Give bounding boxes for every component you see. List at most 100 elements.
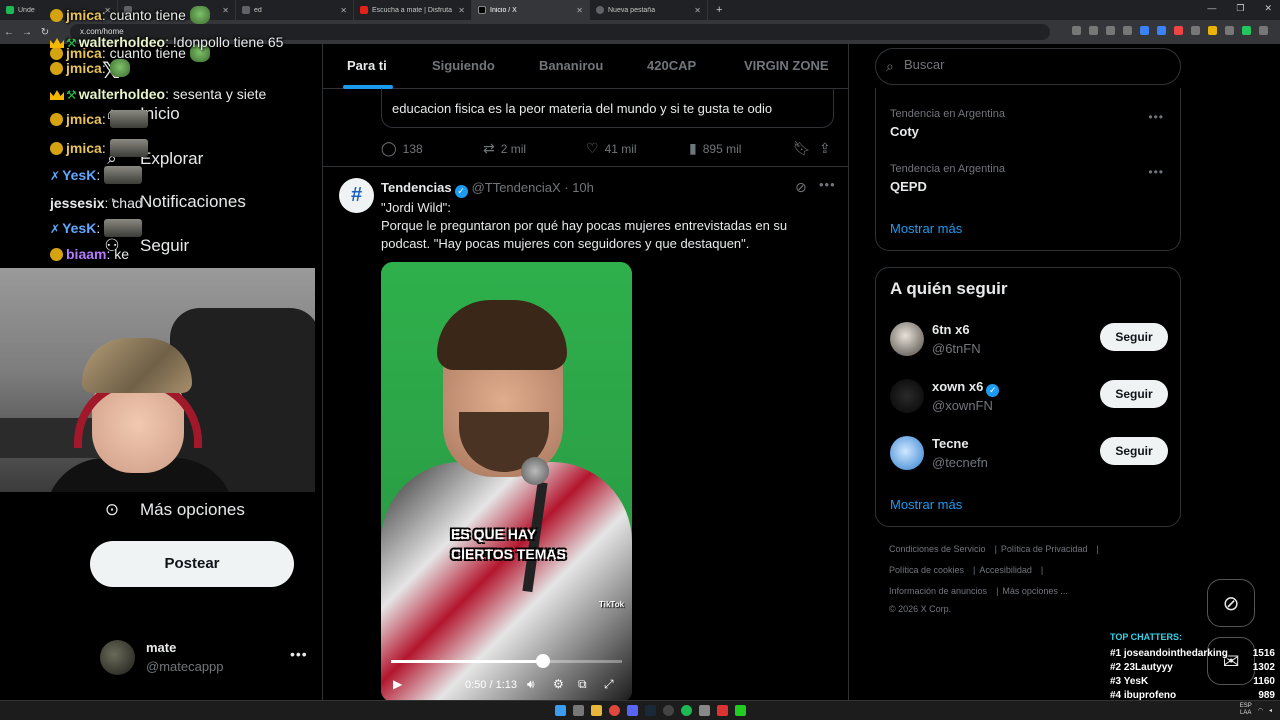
profile-icon[interactable] xyxy=(1242,26,1251,35)
extension-icon[interactable] xyxy=(1174,26,1183,35)
extension-icon[interactable] xyxy=(1157,26,1166,35)
pip-icon[interactable]: ⧉ xyxy=(578,677,587,692)
tab-bananirou[interactable]: Bananirou xyxy=(539,58,603,73)
search-box[interactable]: ⌕ xyxy=(875,48,1181,85)
fullscreen-icon[interactable]: ⤢ xyxy=(604,677,614,692)
search-input[interactable] xyxy=(904,57,1164,72)
terms-link[interactable]: Condiciones de Servicio xyxy=(889,544,986,554)
cast-icon[interactable] xyxy=(1089,26,1098,35)
close-icon[interactable]: ✕ xyxy=(576,6,583,15)
trend-item[interactable]: Tendencia en Argentina QEPD ••• xyxy=(890,163,1170,203)
avatar xyxy=(890,379,924,413)
show-more-follow-link[interactable]: Mostrar más xyxy=(890,497,962,512)
steam-icon[interactable] xyxy=(645,705,656,716)
grok-icon[interactable]: ⊘ xyxy=(795,179,807,196)
bookmark-button[interactable]: 🔖︎ xyxy=(793,140,811,157)
star-icon[interactable] xyxy=(1123,26,1132,35)
file-explorer-icon[interactable] xyxy=(591,705,602,716)
tab-420cap[interactable]: 420CAP xyxy=(647,58,696,73)
account-switcher[interactable]: mate @matecappp ••• xyxy=(100,636,310,680)
extension-icon[interactable] xyxy=(1140,26,1149,35)
minimize-icon[interactable]: — xyxy=(1207,3,1216,14)
back-icon[interactable]: ← xyxy=(0,27,18,38)
extension-icon[interactable] xyxy=(1191,26,1200,35)
follow-button[interactable]: Seguir xyxy=(1100,437,1168,465)
task-view-icon[interactable] xyxy=(573,705,584,716)
close-icon[interactable]: ✕ xyxy=(340,6,347,15)
close-icon[interactable]: ✕ xyxy=(694,6,701,15)
new-tab-button[interactable]: + xyxy=(708,4,730,16)
quoted-post-text: educacion fisica es la peor materia del … xyxy=(392,101,773,116)
trend-item[interactable]: Tendencia en Argentina Coty ••• xyxy=(890,108,1170,148)
share-button[interactable]: ⇪ xyxy=(819,140,831,157)
chat-line: jmica: xyxy=(50,110,148,128)
nav-item-more[interactable]: ⊙ Más opciones xyxy=(102,500,245,520)
browser-tab-6[interactable]: Nueva pestaña ✕ xyxy=(590,0,708,20)
zoom-icon[interactable] xyxy=(1072,26,1081,35)
tab-siguiendo[interactable]: Siguiendo xyxy=(432,58,495,73)
video-player[interactable]: ES QUE HAY CIERTOS TEMAS TikTok ▶ 0:50 /… xyxy=(381,262,632,700)
wifi-icon[interactable]: ◠ xyxy=(1258,707,1263,714)
maximize-icon[interactable]: ❐ xyxy=(1236,3,1244,14)
windows-start-icon[interactable] xyxy=(555,705,566,716)
app-icon[interactable] xyxy=(717,705,728,716)
accessibility-link[interactable]: Accesibilidad xyxy=(979,565,1032,575)
close-icon[interactable]: ✕ xyxy=(458,6,465,15)
discord-icon[interactable] xyxy=(627,705,638,716)
avatar[interactable]: # xyxy=(339,178,374,213)
post-button[interactable]: Postear xyxy=(90,541,294,587)
cookies-link[interactable]: Política de cookies xyxy=(889,565,964,575)
video-progress-bar[interactable] xyxy=(391,660,622,663)
post-actions: ◯ 138 ⇄ 2 mil ♡ 41 mil ▮ 895 mil 🔖︎ ⇪ xyxy=(381,140,834,158)
more-icon[interactable]: ••• xyxy=(1148,110,1164,124)
forward-icon[interactable]: → xyxy=(18,27,36,38)
follow-suggestion[interactable]: 6tn x6 @6tnFN Seguir xyxy=(890,320,1170,360)
post-author-handle[interactable]: @TTendenciaX xyxy=(472,180,561,195)
close-icon[interactable]: ✕ xyxy=(222,6,229,15)
repost-button[interactable]: ⇄ 2 mil xyxy=(483,140,526,157)
close-window-icon[interactable]: ✕ xyxy=(1264,3,1272,14)
webcam-overlay xyxy=(0,268,315,492)
app-icon[interactable] xyxy=(699,705,710,716)
repost-icon: ⇄ xyxy=(483,140,495,156)
more-icon[interactable]: ••• xyxy=(1148,165,1164,179)
browser-tab-3[interactable]: ed ✕ xyxy=(236,0,354,20)
views-button[interactable]: ▮ 895 mil xyxy=(689,140,741,157)
post-timestamp[interactable]: 10h xyxy=(572,180,594,195)
menu-icon[interactable] xyxy=(1259,26,1268,35)
grok-icon[interactable]: ⊘ xyxy=(1207,579,1255,627)
follow-button[interactable]: Seguir xyxy=(1100,380,1168,408)
play-icon[interactable]: ▶ xyxy=(393,677,402,691)
extension-icons xyxy=(1072,26,1268,35)
more-icon[interactable]: ••• xyxy=(819,177,836,192)
privacy-link[interactable]: Política de Privacidad xyxy=(1001,544,1088,554)
volume-icon[interactable]: ◂ xyxy=(1269,707,1272,714)
extension-icon[interactable] xyxy=(1208,26,1217,35)
language-indicator[interactable]: ESP LAA xyxy=(1240,703,1252,717)
follow-suggestion[interactable]: Tecne @tecnefn Seguir xyxy=(890,434,1170,474)
post[interactable]: # Tendencias ✓ @TTendenciaX · 10h ⊘ ••• "J… xyxy=(323,167,848,700)
search-icon: ⌕ xyxy=(886,58,894,74)
tab-virgin-zone[interactable]: VIRGIN ZONE xyxy=(744,58,829,73)
spotify-icon[interactable] xyxy=(681,705,692,716)
like-button[interactable]: ♡ 41 mil xyxy=(586,140,637,157)
ads-info-link[interactable]: Información de anuncios xyxy=(889,586,987,596)
app-icon[interactable] xyxy=(735,705,746,716)
volume-icon[interactable]: 🔊︎ xyxy=(527,677,535,692)
settings-icon[interactable]: ⚙ xyxy=(553,677,564,691)
show-more-trends-link[interactable]: Mostrar más xyxy=(890,221,962,236)
obs-icon[interactable] xyxy=(663,705,674,716)
puzzle-icon[interactable] xyxy=(1225,26,1234,35)
more-options-link[interactable]: Más opciones ... xyxy=(1002,586,1068,596)
more-icon[interactable]: ••• xyxy=(290,646,308,662)
eye-icon[interactable] xyxy=(1106,26,1115,35)
follow-suggestion[interactable]: xown x6 ✓ @xownFN Seguir xyxy=(890,377,1170,417)
tab-para-ti[interactable]: Para ti xyxy=(347,58,387,73)
chrome-icon[interactable] xyxy=(609,705,620,716)
reply-button[interactable]: ◯ 138 xyxy=(381,140,423,157)
post-author-name[interactable]: Tendencias xyxy=(381,180,452,195)
quoted-post[interactable]: educacion fisica es la peor materia del … xyxy=(381,88,834,128)
browser-tab-5[interactable]: Inicio / X ✕ xyxy=(472,0,590,20)
browser-tab-4[interactable]: Escucha a mate | Disfruta de la✕ xyxy=(354,0,472,20)
follow-button[interactable]: Seguir xyxy=(1100,323,1168,351)
